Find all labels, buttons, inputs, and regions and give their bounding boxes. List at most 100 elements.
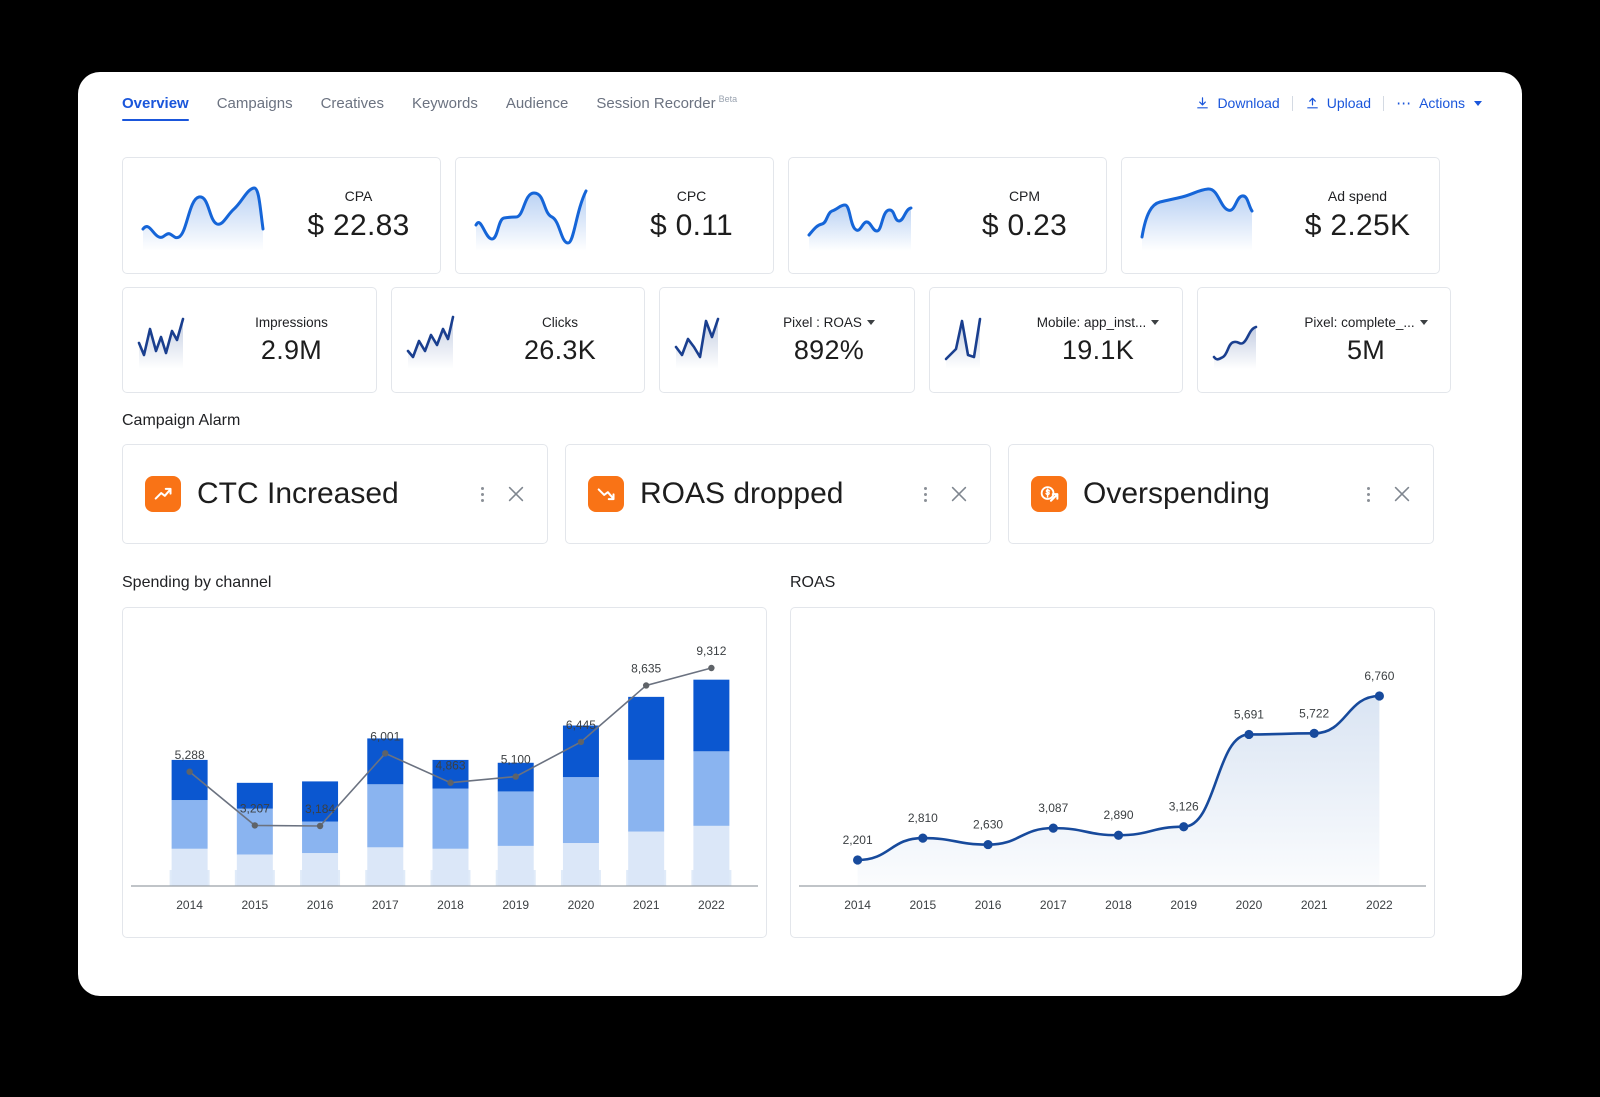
nav-tabs: Overview Campaigns Creatives Keywords Au… bbox=[122, 94, 737, 121]
upload-button[interactable]: Upload bbox=[1305, 95, 1371, 111]
sparkline-clicks bbox=[404, 307, 480, 373]
tab-campaigns-label: Campaigns bbox=[216, 95, 293, 112]
kpi-pixel-roas-value: 892% bbox=[793, 335, 865, 365]
download-label: Download bbox=[1217, 95, 1280, 111]
kpi-cpa-value: $ 22.83 bbox=[307, 209, 410, 242]
sparkline-cpa bbox=[139, 177, 285, 255]
tab-audience-label: Audience bbox=[505, 95, 569, 112]
spending-by-channel-chart[interactable]: 5,288 3,207 3,184 6,001 4,863 5,100 6,445 8,635… bbox=[122, 607, 767, 938]
alarm-more-options-button[interactable] bbox=[476, 483, 489, 506]
actions-label: Actions bbox=[1419, 95, 1465, 111]
svg-text:2,890: 2,890 bbox=[1103, 808, 1133, 822]
tab-keywords-label: Keywords bbox=[411, 95, 478, 112]
tab-overview[interactable]: Overview bbox=[122, 95, 189, 121]
svg-text:2014: 2014 bbox=[176, 898, 203, 912]
svg-text:2018: 2018 bbox=[437, 898, 464, 912]
kpi-card-cpa[interactable]: CPA $ 22.83 bbox=[122, 157, 441, 274]
svg-text:2018: 2018 bbox=[1105, 898, 1132, 912]
svg-text:3,087: 3,087 bbox=[1038, 801, 1068, 815]
sparkline-pixel-complete bbox=[1210, 307, 1286, 373]
svg-text:6,445: 6,445 bbox=[566, 718, 596, 732]
kpi-card-mobile-app-install[interactable]: Mobile: app_inst... 19.1K bbox=[929, 287, 1183, 393]
svg-text:5,691: 5,691 bbox=[1234, 707, 1264, 721]
alarm-card-ctc-increased[interactable]: CTC Increased bbox=[122, 444, 548, 544]
bar-chart-svg: 5,288 3,207 3,184 6,001 4,863 5,100 6,445 8,635… bbox=[131, 644, 758, 912]
alarm-tools bbox=[476, 483, 527, 506]
kpi-card-pixel-complete[interactable]: Pixel: complete_... 5M bbox=[1197, 287, 1451, 393]
kpi-card-ad-spend[interactable]: Ad spend $ 2.25K bbox=[1121, 157, 1440, 274]
chevron-down-icon[interactable] bbox=[1419, 320, 1428, 325]
toolbar-actions: Download Upload ⋯ Actions bbox=[1195, 95, 1482, 111]
kpi-ad-spend-text: Ad spend $ 2.25K bbox=[1284, 188, 1425, 243]
svg-text:9,312: 9,312 bbox=[696, 644, 726, 658]
alarm-more-options-button[interactable] bbox=[1362, 483, 1375, 506]
kpi-pixel-roas-label: Pixel : ROAS bbox=[783, 315, 875, 330]
kpi-card-cpm[interactable]: CPM $ 0.23 bbox=[788, 157, 1107, 274]
svg-text:3,207: 3,207 bbox=[240, 801, 270, 815]
tab-campaigns[interactable]: Campaigns bbox=[217, 95, 293, 121]
tab-keywords[interactable]: Keywords bbox=[412, 95, 478, 121]
tab-session-recorder-label: Session Recorder bbox=[596, 95, 716, 112]
alarm-close-button[interactable] bbox=[505, 483, 527, 505]
svg-text:2020: 2020 bbox=[568, 898, 595, 912]
kpi-cpc-text: CPC $ 0.11 bbox=[618, 188, 759, 243]
kpi-impressions-text: Impressions 2.9M bbox=[211, 314, 366, 366]
kpi-card-cpc[interactable]: CPC $ 0.11 bbox=[455, 157, 774, 274]
alarm-card-overspending[interactable]: Overspending bbox=[1008, 444, 1434, 544]
chevron-down-icon[interactable] bbox=[1151, 320, 1160, 325]
download-button[interactable]: Download bbox=[1195, 95, 1280, 111]
kpi-pixel-roas-text: Pixel : ROAS 892% bbox=[748, 314, 904, 366]
kpi-cards-secondary: Impressions 2.9M Clicks 26.3K Pixel: RO… bbox=[122, 287, 1451, 393]
chevron-down-icon[interactable] bbox=[866, 320, 875, 325]
alarm-card-roas-dropped[interactable]: ROAS dropped bbox=[565, 444, 991, 544]
roas-chart[interactable]: 2,201 2,810 2,630 3,087 2,890 3,126 5,691 5,722… bbox=[790, 607, 1435, 938]
kpi-cpm-text: CPM $ 0.23 bbox=[951, 188, 1092, 243]
alarm-close-button[interactable] bbox=[948, 483, 970, 505]
kpi-card-pixel-roas[interactable]: Pixel : ROAS 892% bbox=[659, 287, 915, 393]
svg-text:2020: 2020 bbox=[1236, 898, 1263, 912]
toolbar-divider-2 bbox=[1383, 95, 1385, 111]
dashboard-window: Overview Campaigns Creatives Keywords Au… bbox=[78, 72, 1522, 996]
svg-text:2022: 2022 bbox=[1366, 898, 1393, 912]
tab-overview-label: Overview bbox=[122, 95, 189, 112]
svg-text:6,001: 6,001 bbox=[370, 729, 400, 743]
svg-text:2017: 2017 bbox=[372, 898, 399, 912]
svg-text:2,201: 2,201 bbox=[843, 833, 873, 847]
kpi-cpm-value: $ 0.23 bbox=[981, 209, 1068, 242]
campaign-alarm-title: Campaign Alarm bbox=[122, 412, 241, 429]
svg-text:2014: 2014 bbox=[844, 898, 871, 912]
sparkline-pixel-roas bbox=[672, 307, 748, 373]
alarm-close-button[interactable] bbox=[1391, 483, 1413, 505]
svg-text:6,760: 6,760 bbox=[1364, 669, 1394, 683]
kpi-mobile-app-install-text: Mobile: app_inst... 19.1K bbox=[1018, 314, 1172, 366]
alarm-label: Overspending bbox=[1083, 477, 1270, 510]
alarm-more-options-button[interactable] bbox=[919, 483, 932, 506]
kpi-clicks-label: Clicks bbox=[542, 315, 578, 330]
tab-session-recorder[interactable]: Session Recorder Beta bbox=[596, 94, 737, 121]
svg-text:2016: 2016 bbox=[975, 898, 1002, 912]
svg-text:3,184: 3,184 bbox=[305, 802, 335, 816]
upload-icon bbox=[1305, 96, 1320, 111]
tab-creatives[interactable]: Creatives bbox=[321, 95, 384, 121]
svg-text:2,630: 2,630 bbox=[973, 818, 1003, 832]
top-navigation-bar: Overview Campaigns Creatives Keywords Au… bbox=[78, 72, 1522, 134]
actions-menu-button[interactable]: ⋯ Actions bbox=[1396, 95, 1482, 111]
svg-text:5,100: 5,100 bbox=[501, 753, 531, 767]
kpi-pixel-complete-text: Pixel: complete_... 5M bbox=[1286, 314, 1440, 366]
svg-text:2022: 2022 bbox=[698, 898, 725, 912]
tab-audience[interactable]: Audience bbox=[506, 95, 569, 121]
toolbar-divider-1 bbox=[1291, 95, 1293, 111]
svg-text:2021: 2021 bbox=[633, 898, 660, 912]
kpi-card-clicks[interactable]: Clicks 26.3K bbox=[391, 287, 645, 393]
kpi-mobile-app-install-label: Mobile: app_inst... bbox=[1037, 315, 1160, 330]
campaign-alarm-list: CTC Increased ROAS dropped Overspending bbox=[122, 444, 1434, 544]
trend-up-icon bbox=[145, 476, 181, 512]
svg-text:2,810: 2,810 bbox=[908, 811, 938, 825]
svg-text:2017: 2017 bbox=[1040, 898, 1067, 912]
kpi-cpa-label: CPA bbox=[344, 188, 373, 204]
kpi-card-impressions[interactable]: Impressions 2.9M bbox=[122, 287, 377, 393]
upload-label: Upload bbox=[1326, 95, 1372, 111]
kpi-cpm-label: CPM bbox=[1008, 188, 1041, 204]
svg-text:2019: 2019 bbox=[502, 898, 529, 912]
kpi-pixel-complete-value: 5M bbox=[1346, 335, 1386, 365]
